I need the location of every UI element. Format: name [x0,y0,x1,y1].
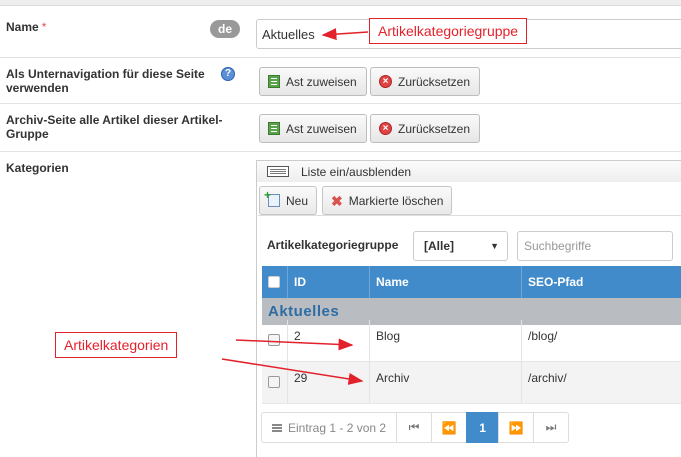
row-divider [0,57,681,58]
subnav-assign-button[interactable]: Ast zuweisen [259,67,367,96]
name-label: Name * [6,20,47,34]
row-id: 2 [288,320,370,362]
next-page-button[interactable]: ⏩ [498,412,535,443]
prev-page-button[interactable]: ⏪ [431,412,468,443]
new-document-icon [264,188,280,207]
column-header-seo[interactable]: SEO-Pfad [522,266,681,298]
annotation-group-note: Artikelkategoriegruppe [369,18,528,44]
archive-assign-button[interactable]: Ast zuweisen [259,114,367,143]
delete-selected-button[interactable]: ✖ Markierte löschen [322,186,453,215]
categories-label: Kategorien [6,161,69,175]
tree-assign-icon [268,75,280,88]
row-seo: /blog/ [528,329,558,343]
row-name: Archiv [370,362,522,404]
select-all-cell [262,266,288,298]
top-bar [0,0,681,6]
pagination: Eintrag 1 - 2 von 2 ⏮ ⏪ 1 ⏩ ⏭ [261,412,570,443]
pagination-info: Eintrag 1 - 2 von 2 [261,412,398,443]
subnav-reset-button[interactable]: × Zurücksetzen [370,67,481,96]
last-page-icon: ⏭ [545,420,557,434]
last-page-button[interactable]: ⏭ [533,412,570,443]
row-select-cell [262,320,288,362]
select-all-checkbox[interactable] [268,276,280,288]
page-button-current[interactable]: 1 [466,412,500,443]
row-checkbox[interactable] [268,334,280,346]
list-icon [267,166,289,177]
column-header-id[interactable]: ID [288,266,370,298]
table-header: ID Name SEO-Pfad [262,266,681,298]
group-filter-label: Artikelkategoriegruppe [267,238,399,252]
row-divider [0,151,681,152]
first-page-button[interactable]: ⏮ [396,412,433,443]
reset-icon: × [379,122,392,135]
tree-assign-icon [268,122,280,135]
delete-icon: ✖ [331,192,343,209]
row-select-cell [262,362,288,404]
help-icon[interactable]: ? [221,67,235,81]
subnav-label: Als Unternavigation für diese Seite verw… [6,67,205,95]
row-name: Blog [370,320,522,362]
next-page-icon: ⏩ [508,420,524,435]
reset-icon: × [379,75,392,88]
first-page-icon: ⏮ [408,420,420,434]
column-header-name[interactable]: Name [370,266,522,298]
required-marker: * [41,20,47,34]
row-seo: /archiv/ [528,371,567,385]
chevron-down-icon: ▼ [490,241,499,251]
annotation-categories-note: Artikelkategorien [55,332,178,358]
row-id: 29 [288,362,370,404]
grid-toolbar: Neu ✖Markierte löschen [258,185,681,216]
group-filter-select[interactable]: [Alle] ▼ [413,231,508,261]
language-badge: de [210,20,240,38]
archive-label: Archiv-Seite alle Artikel dieser Artikel… [6,113,223,141]
new-button[interactable]: Neu [259,186,318,215]
row-checkbox[interactable] [268,376,280,388]
list-toggle-button[interactable]: Liste ein/ausblenden [256,160,681,182]
search-input[interactable] [517,231,673,261]
archive-reset-button[interactable]: × Zurücksetzen [370,114,481,143]
table-row[interactable]: 29 Archiv /archiv/ [262,362,681,404]
row-divider [0,103,681,104]
table-row[interactable]: 2 Blog /blog/ [262,320,681,362]
list-lines-icon [272,423,282,432]
prev-page-icon: ⏪ [441,420,457,435]
